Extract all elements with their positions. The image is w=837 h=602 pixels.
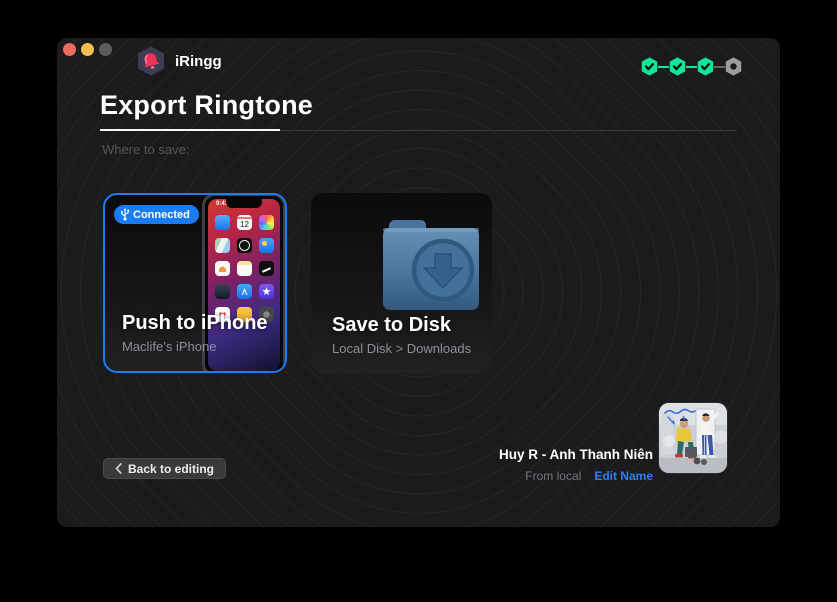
save-to-disk-title: Save to Disk: [332, 314, 451, 337]
title-underline: [100, 129, 280, 131]
push-to-iphone-title: Push to iPhone: [122, 312, 268, 335]
connected-badge-label: Connected: [133, 209, 190, 221]
iringg-logo-icon: [137, 46, 165, 81]
export-progress-steps: [641, 57, 742, 76]
disk-path-label: Local Disk > Downloads: [332, 341, 471, 356]
step-done-icon: [641, 57, 658, 76]
app-title: iRingg: [175, 53, 222, 70]
stocks-app-icon: [259, 261, 274, 276]
maps-app-icon: [215, 238, 230, 253]
step-done-icon: [697, 57, 714, 76]
title-divider: [100, 130, 737, 131]
appstore-app-icon: [237, 284, 252, 299]
step-connector: [714, 66, 725, 68]
device-name-label: Maclife’s iPhone: [122, 339, 216, 354]
save-to-disk-card[interactable]: Save to Disk Local Disk > Downloads: [311, 193, 492, 373]
weather-app-icon: [259, 238, 274, 253]
album-art: [659, 403, 727, 473]
song-title: Huy R - Anh Thanh Niên: [499, 447, 653, 462]
usb-icon: [120, 208, 130, 221]
chevron-left-icon: [115, 463, 122, 474]
close-window-button[interactable]: [63, 43, 76, 56]
minimize-window-button[interactable]: [81, 43, 94, 56]
push-to-iphone-card[interactable]: Connected 9:41 12: [103, 193, 287, 373]
iphone-notch: [226, 199, 262, 208]
song-info: Huy R - Anh Thanh Niên From local Edit N…: [499, 447, 653, 483]
source-label: From local: [525, 469, 581, 483]
home-app-icon: [215, 261, 230, 276]
app-window: iRingg Export Ringtone Where to save:: [57, 38, 780, 527]
zoom-window-button[interactable]: [99, 43, 112, 56]
back-to-editing-button[interactable]: Back to editing: [103, 458, 226, 479]
connected-badge: Connected: [114, 205, 199, 224]
downloads-folder-icon: [379, 212, 483, 314]
step-pending-icon: [725, 57, 742, 76]
tv-app-icon: [215, 284, 230, 299]
step-connector: [658, 66, 669, 68]
page-title: Export Ringtone: [100, 90, 313, 121]
itunes-store-app-icon: [259, 284, 274, 299]
iphone-app-grid: 12: [215, 215, 274, 322]
calendar-app-icon: 12: [237, 215, 252, 230]
notes-app-icon: [237, 261, 252, 276]
step-connector: [686, 66, 697, 68]
where-to-save-label: Where to save:: [102, 142, 189, 157]
back-to-editing-label: Back to editing: [128, 462, 214, 476]
window-controls: [63, 43, 112, 56]
photos-app-icon: [259, 215, 274, 230]
mail-app-icon: [215, 215, 230, 230]
step-done-icon: [669, 57, 686, 76]
clock-app-icon: [237, 238, 252, 253]
iphone-screen: 9:41 12: [208, 199, 280, 371]
edit-name-link[interactable]: Edit Name: [594, 469, 653, 483]
